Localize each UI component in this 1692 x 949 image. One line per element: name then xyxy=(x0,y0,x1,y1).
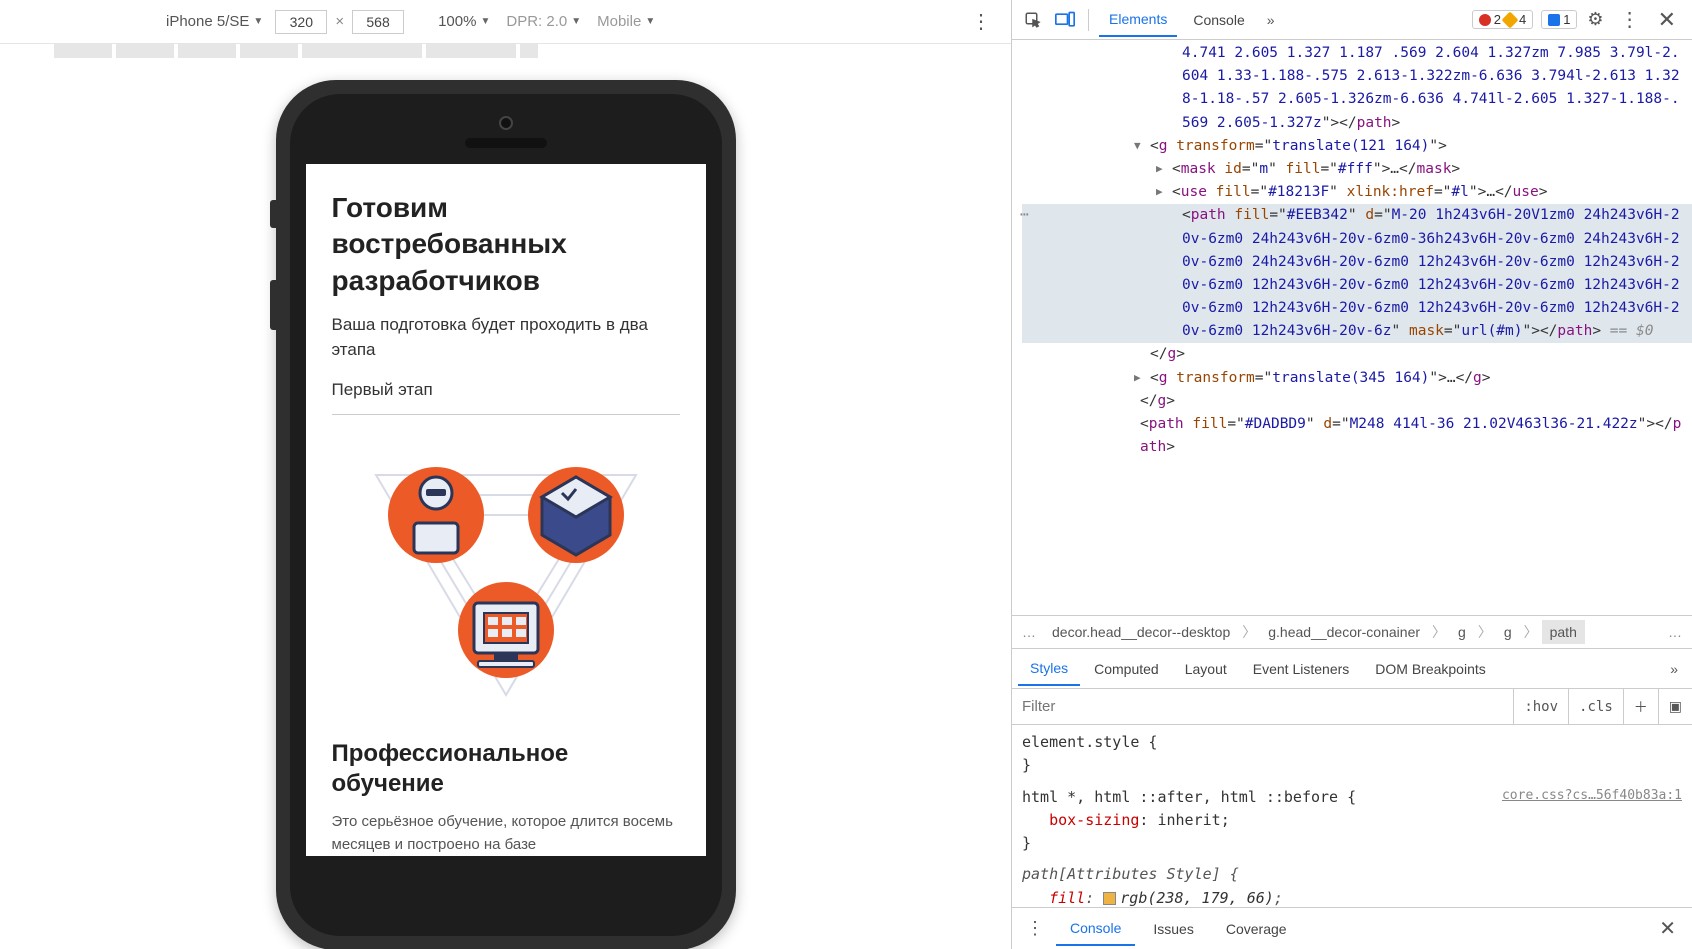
css-rule[interactable]: element.style { } xyxy=(1022,731,1682,778)
dom-node[interactable]: ▶<use fill="#18213F" xlink:href="#l">…</… xyxy=(1022,181,1692,204)
device-selector[interactable]: iPhone 5/SE ▼ xyxy=(162,11,267,32)
breadcrumb-overflow[interactable]: … xyxy=(1664,624,1686,640)
devtools-toolbar: Elements Console » 2 4 1 ⚙ ⋮ ✕ xyxy=(1012,0,1692,40)
responsive-breakpoint-bar[interactable] xyxy=(0,44,1011,58)
page-stage-label: Первый этап xyxy=(332,380,680,400)
devtools-more-icon[interactable]: ⋮ xyxy=(1614,7,1646,32)
error-icon xyxy=(1479,14,1491,26)
device-toolbar-more-icon[interactable]: ⋮ xyxy=(965,9,997,34)
gear-icon[interactable]: ⚙ xyxy=(1581,9,1609,30)
chevron-down-icon: ▼ xyxy=(480,16,490,27)
breadcrumb-item[interactable]: g.head__decor-conainer xyxy=(1260,620,1428,644)
throttle-selector[interactable]: Mobile ▼ xyxy=(593,11,659,32)
divider xyxy=(332,414,680,415)
breadcrumb-item[interactable]: g xyxy=(1496,620,1520,644)
breadcrumb-item[interactable]: decor.head__decor--desktop xyxy=(1044,620,1238,644)
chevron-down-icon: ▼ xyxy=(253,16,263,27)
css-rule[interactable]: html *, html ::after, html ::before {cor… xyxy=(1022,786,1682,856)
dom-node[interactable]: ▶<mask id="m" fill="#fff">…</mask> xyxy=(1022,158,1692,181)
tab-computed[interactable]: Computed xyxy=(1082,653,1171,685)
drawer-tab-issues[interactable]: Issues xyxy=(1139,913,1207,945)
device-stage: Готовим востребованных разработчиков Ваш… xyxy=(0,58,1011,949)
tab-elements[interactable]: Elements xyxy=(1099,3,1177,37)
expand-triangle-icon[interactable]: ▶ xyxy=(1156,160,1163,178)
warning-icon xyxy=(1501,11,1518,28)
phone-camera-icon xyxy=(499,116,513,130)
dpr-value: DPR: 2.0 xyxy=(506,13,567,30)
drawer-more-icon[interactable]: ⋮ xyxy=(1018,918,1052,939)
error-warning-badge[interactable]: 2 4 xyxy=(1472,10,1533,29)
dom-node[interactable]: ▶<g transform="translate(345 164)">…</g> xyxy=(1022,367,1692,390)
dom-node[interactable]: ▼<g transform="translate(121 164)"> xyxy=(1022,135,1692,158)
page-subheading: Ваша подготовка будет проходить в два эт… xyxy=(332,313,680,362)
expand-triangle-icon[interactable]: ▶ xyxy=(1156,183,1163,201)
message-icon xyxy=(1548,14,1560,26)
breadcrumb-overflow[interactable]: … xyxy=(1018,624,1040,640)
expand-triangle-icon[interactable]: ▶ xyxy=(1134,369,1141,387)
zoom-selector[interactable]: 100% ▼ xyxy=(434,11,494,32)
tab-console[interactable]: Console xyxy=(1183,4,1254,36)
page-illustration xyxy=(332,435,680,715)
device-name: iPhone 5/SE xyxy=(166,13,249,30)
inspect-icon[interactable] xyxy=(1020,7,1046,33)
chevron-down-icon: ▼ xyxy=(571,16,581,27)
throttle-value: Mobile xyxy=(597,13,641,30)
styles-tabbar: Styles Computed Layout Event Listeners D… xyxy=(1012,649,1692,689)
width-input[interactable] xyxy=(275,10,327,34)
page-section-body: Это серьёзное обучение, которое длится в… xyxy=(332,811,680,856)
dom-breadcrumb[interactable]: … decor.head__decor--desktop〉 g.head__de… xyxy=(1012,615,1692,649)
page-viewport[interactable]: Готовим востребованных разработчиков Ваш… xyxy=(306,164,706,856)
styles-filter-row: :hov .cls ＋ ▣ xyxy=(1012,689,1692,725)
dom-node[interactable]: <path fill="#DADBD9" d="M248 414l-36 21.… xyxy=(1022,413,1692,459)
styles-tabs-overflow-icon[interactable]: » xyxy=(1662,661,1686,677)
color-swatch-icon[interactable] xyxy=(1103,892,1116,905)
issues-badge[interactable]: 1 xyxy=(1541,10,1577,29)
breadcrumb-item-active[interactable]: path xyxy=(1542,620,1585,644)
dom-node-selected[interactable]: <path fill="#EEB342" d="M-20 1h243v6H-20… xyxy=(1022,204,1692,343)
dom-tree[interactable]: 4.741 2.605 1.327 1.187 .569 2.604 1.327… xyxy=(1012,40,1692,615)
device-mode-icon[interactable] xyxy=(1052,7,1078,33)
tab-dom-breakpoints[interactable]: DOM Breakpoints xyxy=(1363,653,1497,685)
height-input[interactable] xyxy=(352,10,404,34)
tab-layout[interactable]: Layout xyxy=(1173,653,1239,685)
device-preview-pane: iPhone 5/SE ▼ × 100% ▼ DPR: 2.0 ▼ Mobile… xyxy=(0,0,1012,949)
dimension-x: × xyxy=(335,13,344,30)
dpr-selector[interactable]: DPR: 2.0 ▼ xyxy=(502,11,585,32)
css-rule[interactable]: path[Attributes Style] { fill: rgb(238, … xyxy=(1022,863,1682,907)
page-section-title: Профессиональное обучение xyxy=(332,739,680,799)
cls-toggle[interactable]: .cls xyxy=(1568,689,1623,724)
tab-styles[interactable]: Styles xyxy=(1018,652,1080,686)
expand-triangle-icon[interactable]: ▼ xyxy=(1134,137,1141,155)
device-toolbar: iPhone 5/SE ▼ × 100% ▼ DPR: 2.0 ▼ Mobile… xyxy=(0,0,1011,44)
dom-node[interactable]: </g> xyxy=(1022,343,1692,366)
zoom-value: 100% xyxy=(438,13,476,30)
dom-node[interactable]: </g> xyxy=(1022,390,1692,413)
dom-node[interactable]: 4.741 2.605 1.327 1.187 .569 2.604 1.327… xyxy=(1022,42,1692,135)
page-headline: Готовим востребованных разработчиков xyxy=(332,190,680,299)
phone-frame: Готовим востребованных разработчиков Ваш… xyxy=(276,80,736,949)
new-rule-icon[interactable]: ＋ xyxy=(1623,689,1658,724)
close-icon[interactable]: ✕ xyxy=(1650,7,1684,33)
tab-event-listeners[interactable]: Event Listeners xyxy=(1241,653,1362,685)
styles-rules[interactable]: element.style { } html *, html ::after, … xyxy=(1012,725,1692,907)
drawer-tabbar: ⋮ Console Issues Coverage ✕ xyxy=(1012,907,1692,949)
drawer-tab-console[interactable]: Console xyxy=(1056,912,1135,946)
source-link[interactable]: core.css?cs…56f40b83a:1 xyxy=(1502,786,1682,809)
styles-filter-input[interactable] xyxy=(1012,698,1513,715)
devtools-panel: Elements Console » 2 4 1 ⚙ ⋮ ✕ 4.741 2.6… xyxy=(1012,0,1692,949)
computed-sidebar-icon[interactable]: ▣ xyxy=(1658,689,1692,724)
phone-speaker-icon xyxy=(465,138,547,148)
chevron-down-icon: ▼ xyxy=(645,16,655,27)
breadcrumb-item[interactable]: g xyxy=(1450,620,1474,644)
tabs-overflow-icon[interactable]: » xyxy=(1261,12,1281,28)
hov-toggle[interactable]: :hov xyxy=(1513,689,1568,724)
drawer-tab-coverage[interactable]: Coverage xyxy=(1212,913,1301,945)
drawer-close-icon[interactable]: ✕ xyxy=(1649,916,1686,941)
